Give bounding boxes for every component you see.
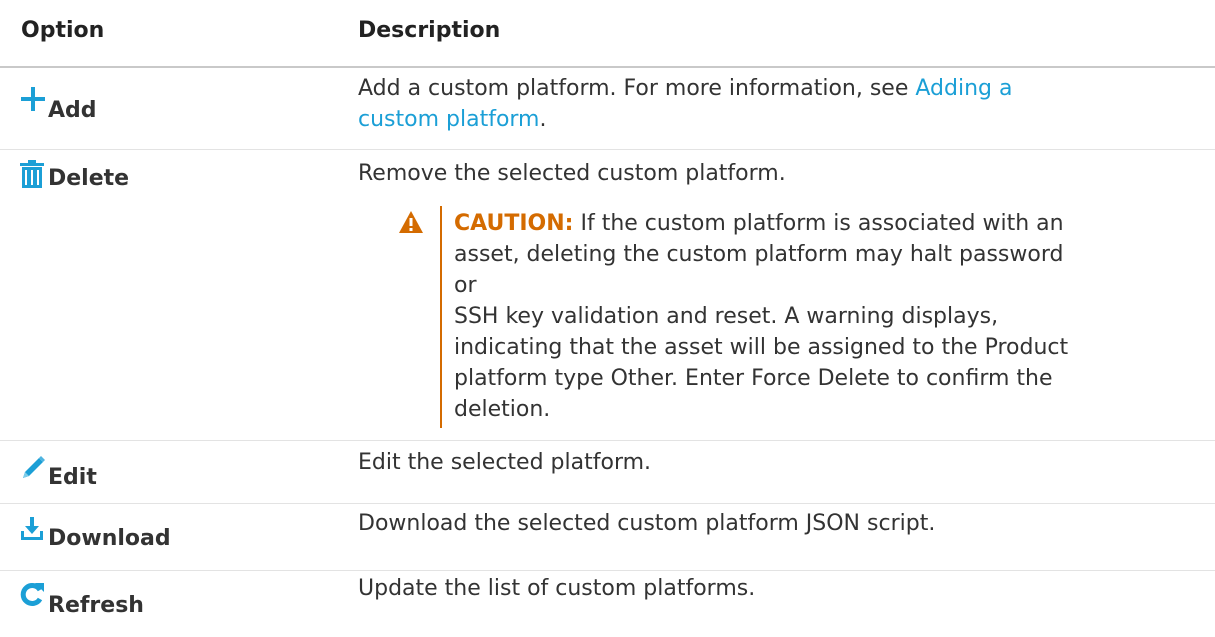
description-period: . <box>539 107 547 132</box>
description-text: Add a custom platform. For more informat… <box>358 76 916 101</box>
table-row-add: Add Add a custom platform. For more info… <box>0 68 1215 150</box>
option-download[interactable]: Download <box>20 510 171 550</box>
option-label: Download <box>48 526 171 551</box>
plus-icon <box>20 87 46 122</box>
pencil-icon <box>20 456 46 489</box>
option-edit[interactable]: Edit <box>20 449 97 489</box>
description-refresh: Update the list of custom platforms. <box>358 576 756 601</box>
caution-keyword: CAUTION: <box>454 211 574 236</box>
description-download: Download the selected custom platform JS… <box>358 511 936 536</box>
caution-line: asset, deleting the custom platform may … <box>454 242 1064 298</box>
header-description: Description <box>358 18 501 43</box>
caution-line: platform type Other. Enter Force Delete … <box>454 366 1053 391</box>
option-add[interactable]: Add <box>20 82 97 122</box>
caution-text: CAUTION: If the custom platform is assoc… <box>454 208 1074 425</box>
caution-bar <box>440 206 442 428</box>
trash-icon <box>20 160 46 190</box>
description-edit: Edit the selected platform. <box>358 450 652 475</box>
table-header: Option Description <box>0 0 1215 68</box>
caution-line: If the custom platform is associated wit… <box>580 211 1064 236</box>
option-refresh[interactable]: Refresh <box>20 577 144 617</box>
option-label: Edit <box>48 465 97 490</box>
table-row-delete: Delete Remove the selected custom platfo… <box>0 150 1215 441</box>
caution-line: SSH key validation and reset. A warning … <box>454 304 999 329</box>
caution-line: deletion. <box>454 397 551 422</box>
description-add: Add a custom platform. For more informat… <box>358 73 1158 135</box>
header-option: Option <box>21 18 105 43</box>
download-icon <box>20 517 46 550</box>
option-label: Delete <box>48 166 130 191</box>
option-label: Add <box>48 98 97 123</box>
refresh-icon <box>20 583 46 617</box>
option-label: Refresh <box>48 593 144 618</box>
warning-icon <box>398 210 424 234</box>
description-delete: Remove the selected custom platform. <box>358 161 786 186</box>
table-row-edit: Edit Edit the selected platform. <box>0 441 1215 504</box>
link-text-line2: custom platform <box>358 107 540 132</box>
link-text-line1: Adding a <box>915 76 1013 101</box>
caution-note: CAUTION: If the custom platform is assoc… <box>398 206 1118 428</box>
caution-line: indicating that the asset will be assign… <box>454 335 1069 360</box>
option-delete[interactable]: Delete <box>20 150 129 190</box>
table-row-refresh: Refresh Update the list of custom platfo… <box>0 571 1215 637</box>
table-row-download: Download Download the selected custom pl… <box>0 504 1215 571</box>
